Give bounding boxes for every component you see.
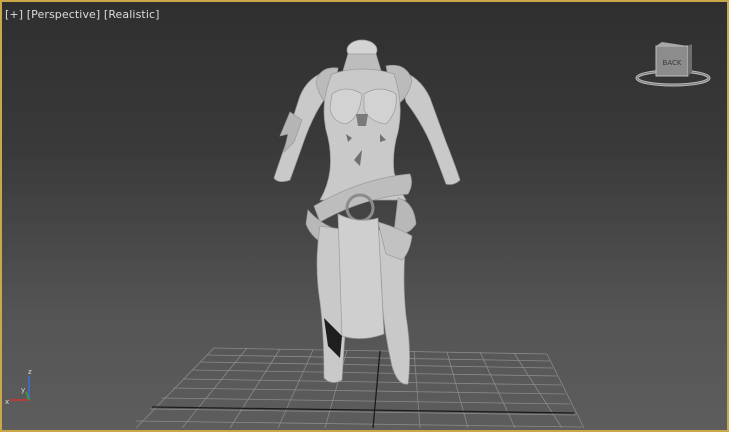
armored-body-model[interactable] (273, 39, 461, 385)
x-axis-label: x (5, 398, 9, 406)
viewport-scene[interactable] (2, 2, 727, 430)
viewcube-face-label[interactable]: BACK (663, 59, 682, 67)
z-axis-label: z (28, 368, 32, 376)
axis-tripod: z x y (4, 364, 44, 414)
viewcube[interactable]: BACK (632, 42, 714, 92)
y-axis-label: y (21, 386, 25, 394)
perspective-viewport[interactable]: [+] [Perspective] [Realistic] BACK z x y (0, 0, 729, 432)
viewcube-icon[interactable]: BACK (632, 42, 714, 92)
home-grid (135, 347, 585, 429)
